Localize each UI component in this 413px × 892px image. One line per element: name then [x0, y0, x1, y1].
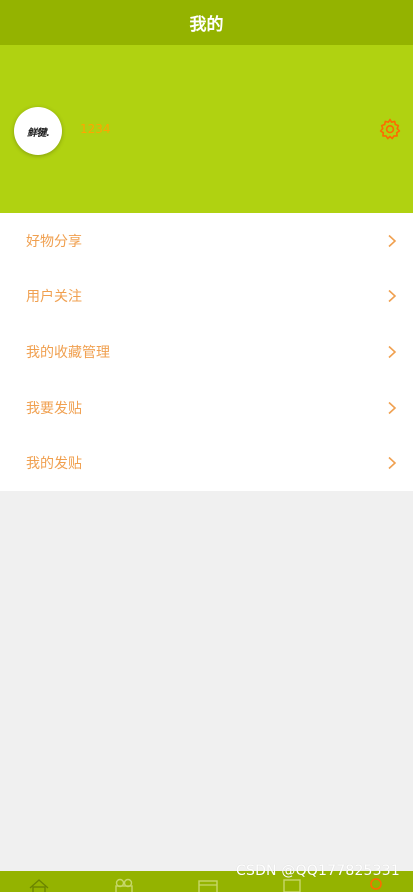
gear-icon[interactable] — [378, 117, 402, 141]
menu-item-follow[interactable]: 用户关注 — [0, 269, 413, 325]
calendar-icon[interactable] — [197, 877, 219, 892]
username: 1234 — [80, 122, 111, 136]
home-icon[interactable] — [28, 877, 50, 892]
menu-item-label: 好物分享 — [26, 233, 82, 250]
watermark: CSDN @QQ177825331 — [236, 863, 400, 879]
menu-item-my-posts[interactable]: 我的发贴 — [0, 435, 413, 491]
avatar-text: 鲜犍. — [27, 127, 49, 139]
page-title: 我的 — [189, 15, 224, 35]
chevron-right-icon — [388, 457, 397, 470]
avatar[interactable]: 鲜犍. — [14, 107, 62, 155]
menu-item-label: 我要发贴 — [26, 400, 82, 417]
profile-header: 鲜犍. 1234 — [0, 45, 413, 213]
menu-item-label: 我的发贴 — [26, 456, 82, 473]
user-icon[interactable] — [365, 877, 387, 892]
gift-icon[interactable] — [113, 877, 135, 892]
menu-item-new-post[interactable]: 我要发贴 — [0, 380, 413, 436]
nav-bar: 我的 — [0, 0, 413, 45]
menu-item-label: 用户关注 — [26, 289, 82, 306]
menu-item-label: 我的收藏管理 — [26, 344, 110, 361]
menu-item-favorites[interactable]: 我的收藏管理 — [0, 324, 413, 380]
menu-list: 好物分享 用户关注 我的收藏管理 我要发贴 我的发贴 — [0, 213, 413, 491]
chevron-right-icon — [388, 290, 397, 303]
chevron-right-icon — [388, 234, 397, 247]
menu-item-share[interactable]: 好物分享 — [0, 213, 413, 269]
chevron-right-icon — [388, 345, 397, 359]
message-icon[interactable] — [281, 877, 303, 892]
chevron-right-icon — [388, 401, 397, 414]
